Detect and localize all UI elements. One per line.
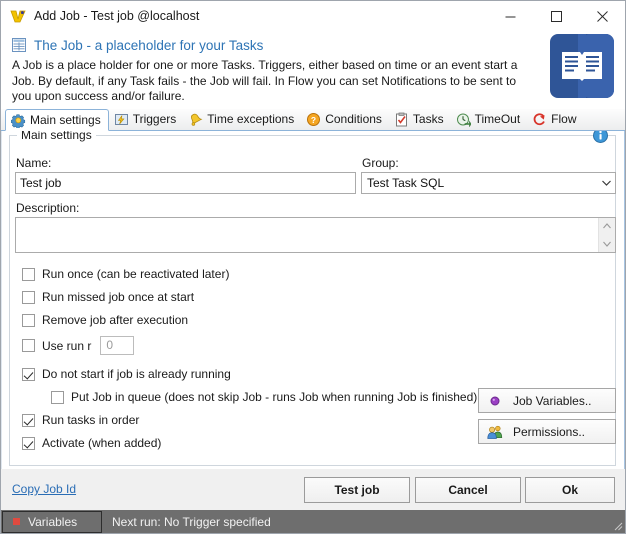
groupbox-legend: Main settings xyxy=(17,131,96,142)
checkbox-label: Run tasks in order xyxy=(42,413,140,427)
clipboard-icon xyxy=(394,112,409,127)
description-label: Description: xyxy=(16,201,80,215)
checkbox-box[interactable] xyxy=(22,436,35,450)
checkbox-activate-when-added[interactable]: Activate (when added) xyxy=(22,436,161,450)
checkbox-box[interactable] xyxy=(22,267,35,281)
checkbox-label: Run once (can be reactivated later) xyxy=(42,267,230,281)
checkbox-do-not-start-if-running[interactable]: Do not start if job is already running xyxy=(22,367,231,381)
flow-arrow-icon xyxy=(532,112,547,127)
tab-conditions[interactable]: ? Conditions xyxy=(301,108,389,130)
next-run-status-text: Next run: No Trigger specified xyxy=(112,514,271,529)
tab-label: Time exceptions xyxy=(207,112,295,126)
app-logo-icon xyxy=(9,7,27,25)
job-variables-button-label: Job Variables.. xyxy=(513,393,592,408)
description-textarea[interactable] xyxy=(15,217,616,253)
job-variables-button[interactable]: Job Variables.. xyxy=(478,388,616,413)
ok-button[interactable]: Ok xyxy=(525,477,615,503)
tab-timeout[interactable]: TimeOut xyxy=(451,108,528,130)
open-book-icon xyxy=(550,34,614,98)
scroll-down-icon[interactable] xyxy=(599,236,615,252)
description-textarea-value xyxy=(16,218,598,252)
run-r-number-input[interactable]: 0 xyxy=(100,336,135,355)
grid-document-icon xyxy=(11,37,27,53)
tab-main-settings[interactable]: Main settings xyxy=(5,109,109,131)
group-combobox-value: Test Task SQL xyxy=(367,176,445,190)
header-title-row: The Job - a placeholder for your Tasks xyxy=(11,37,615,53)
titlebar: Add Job - Test job @localhost xyxy=(1,1,625,31)
maximize-button[interactable] xyxy=(533,1,579,31)
checkbox-label: Remove job after execution xyxy=(42,313,189,327)
tab-time-exceptions[interactable]: Time exceptions xyxy=(183,108,301,130)
name-label: Name: xyxy=(16,156,52,170)
ok-button-label: Ok xyxy=(561,483,578,497)
tab-content-main-settings: Main settings Name: Group: Test Task SQL xyxy=(1,131,625,469)
tab-label: Conditions xyxy=(325,112,382,126)
description-scrollbar[interactable] xyxy=(598,218,615,252)
clock-icon xyxy=(456,112,471,127)
checkbox-label: Activate (when added) xyxy=(42,436,162,450)
bell-icon xyxy=(188,112,203,127)
name-input[interactable] xyxy=(15,172,356,194)
header-title: The Job - a placeholder for your Tasks xyxy=(34,37,264,53)
checkbox-label: Do not start if job is already running xyxy=(42,367,231,381)
permissions-button-label: Permissions.. xyxy=(513,424,586,439)
tab-flow[interactable]: Flow xyxy=(527,108,583,130)
purple-dot-icon xyxy=(487,393,503,409)
tab-label: Flow xyxy=(551,112,577,126)
permissions-button[interactable]: Permissions.. xyxy=(478,419,616,444)
close-button[interactable] xyxy=(579,1,625,31)
users-icon xyxy=(487,424,503,440)
tab-tasks[interactable]: Tasks xyxy=(389,108,451,130)
dialog-footer: Copy Job Id Test job Cancel Ok xyxy=(1,469,625,510)
window-title: Add Job - Test job @localhost xyxy=(34,9,200,23)
checkbox-run-once[interactable]: Run once (can be reactivated later) xyxy=(22,267,229,281)
main-settings-groupbox: Main settings Name: Group: Test Task SQL xyxy=(9,131,616,466)
lightning-icon xyxy=(114,112,129,127)
question-icon: ? xyxy=(306,112,321,127)
checkbox-label: Run missed job once at start xyxy=(42,290,195,304)
test-job-button-label: Test job xyxy=(334,483,380,497)
scroll-up-icon[interactable] xyxy=(599,218,615,234)
test-job-button[interactable]: Test job xyxy=(304,477,410,503)
checkbox-run-tasks-in-order[interactable]: Run tasks in order xyxy=(22,413,139,427)
minimize-button[interactable] xyxy=(487,1,533,31)
checkbox-label: Put Job in queue (does not skip Job - ru… xyxy=(71,390,478,404)
svg-text:?: ? xyxy=(311,115,316,125)
group-combobox[interactable]: Test Task SQL xyxy=(361,172,616,194)
gear-icon xyxy=(10,113,26,129)
copy-job-id-link[interactable]: Copy Job Id xyxy=(12,482,76,496)
resize-grip[interactable] xyxy=(611,519,623,531)
checkbox-box[interactable] xyxy=(22,290,35,304)
chevron-down-icon xyxy=(598,180,615,186)
tab-label: Triggers xyxy=(132,112,177,126)
checkbox-box[interactable] xyxy=(51,390,64,404)
variables-status-button[interactable]: Variables xyxy=(2,510,102,533)
status-bar: Variables Next run: No Trigger specified xyxy=(1,510,625,533)
header-description: A Job is a place holder for one or more … xyxy=(12,58,518,103)
variables-status-label: Variables xyxy=(28,514,78,529)
checkbox-use-run-r[interactable]: Use run r 0 xyxy=(22,336,135,355)
add-job-dialog: Add Job - Test job @localhost The Job - … xyxy=(0,0,626,534)
checkbox-box[interactable] xyxy=(22,413,35,427)
checkbox-box[interactable] xyxy=(22,313,35,327)
tab-label: TimeOut xyxy=(474,112,521,126)
header-banner: The Job - a placeholder for your Tasks A… xyxy=(1,31,625,109)
checkbox-run-missed-job[interactable]: Run missed job once at start xyxy=(22,290,194,304)
checkbox-put-job-in-queue[interactable]: Put Job in queue (does not skip Job - ru… xyxy=(51,390,477,404)
window-controls xyxy=(487,1,625,31)
red-square-icon xyxy=(13,518,20,525)
tab-label: Tasks xyxy=(412,112,444,126)
tab-triggers[interactable]: Triggers xyxy=(109,108,184,130)
info-icon[interactable] xyxy=(592,131,609,144)
group-label: Group: xyxy=(362,156,399,170)
checkbox-box[interactable] xyxy=(22,367,35,381)
checkbox-label: Use run r xyxy=(42,338,92,353)
cancel-button[interactable]: Cancel xyxy=(415,477,521,503)
tab-label: Main settings xyxy=(30,113,101,127)
cancel-button-label: Cancel xyxy=(448,483,488,497)
checkbox-remove-job-after-execution[interactable]: Remove job after execution xyxy=(22,313,188,327)
checkbox-box[interactable] xyxy=(22,339,35,352)
tab-strip: Main settings Triggers Time exceptions ?… xyxy=(1,109,625,131)
